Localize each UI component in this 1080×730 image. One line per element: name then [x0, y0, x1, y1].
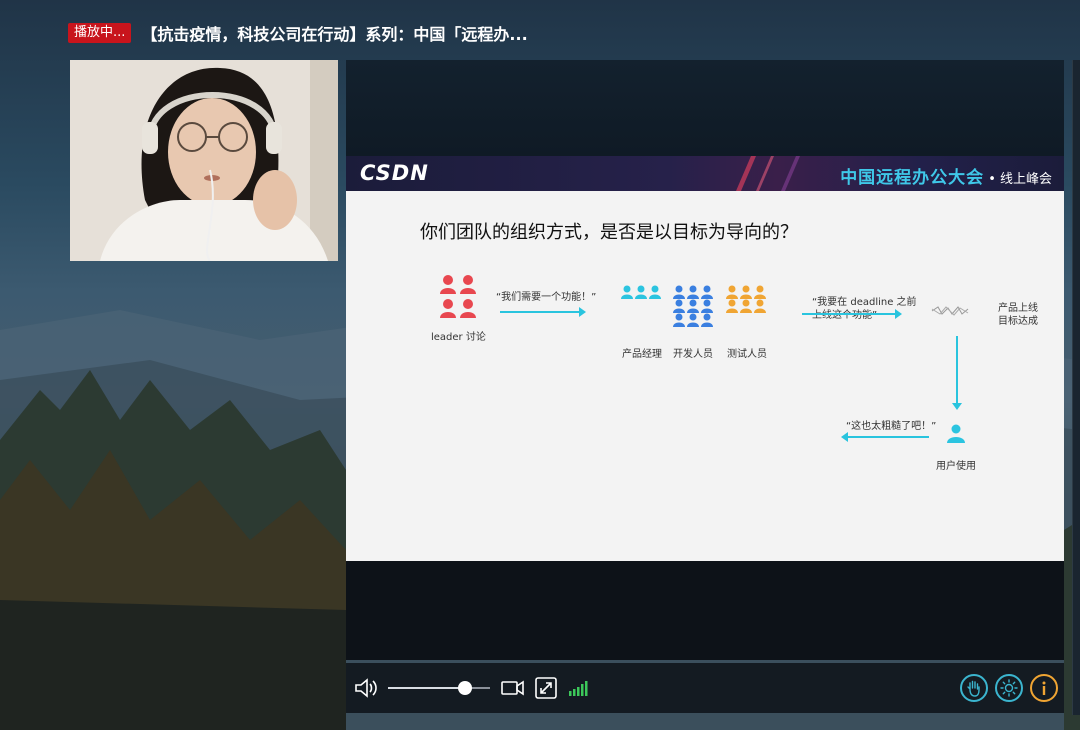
quote-deadline-line1: “我要在 deadline 之前: [812, 297, 917, 308]
volume-button[interactable]: [354, 677, 380, 699]
presenter-camera-feed[interactable]: [70, 60, 338, 261]
arrow-leader-to-team: [500, 307, 586, 317]
volume-slider[interactable]: [388, 681, 490, 695]
fullscreen-exit-icon: [535, 677, 557, 699]
presenter-video-frame: [70, 60, 338, 261]
developer-group-icon: [673, 285, 713, 327]
user-icon: [947, 424, 965, 443]
csdn-logo: CSDN: [360, 161, 429, 185]
leader-group-icon: [440, 275, 476, 318]
player-controls: [346, 663, 1064, 713]
arrow-launch-to-user: [952, 336, 962, 410]
quote-deadline-line2: 上线这个功能”: [812, 310, 878, 321]
summit-brand: 中国远程办公大会 • 线上峰会: [840, 163, 1052, 188]
tester-group-icon: [726, 285, 766, 313]
slide-question: 你们团队的组织方式，是否是以目标为导向的？: [420, 222, 798, 242]
tester-label: 测试人员: [727, 349, 767, 360]
slide-header-banner: CSDN 中国远程办公大会 • 线上峰会: [346, 156, 1064, 191]
quote-too-rough: “这也太粗糙了吧！”: [846, 421, 937, 432]
signal-icon: [569, 681, 588, 696]
product-manager-group-icon: [621, 285, 661, 299]
header-stripes: [736, 156, 800, 191]
product-manager-label: 产品经理: [622, 349, 662, 360]
presentation-slide: CSDN 中国远程办公大会 • 线上峰会 你们团队的组织方式，是否是以目标为导向…: [346, 156, 1064, 561]
stream-header: 播放中... 【抗击疫情，科技公司在行动】系列：中国「远程办...: [68, 22, 528, 44]
camera-toggle-button[interactable]: [500, 677, 526, 699]
user-label: 用户使用: [936, 461, 976, 472]
brightness-icon: [1000, 679, 1018, 697]
camera-icon: [501, 680, 524, 696]
brightness-button[interactable]: [995, 674, 1023, 702]
raise-hand-icon: [967, 680, 980, 697]
stream-title: 【抗击疫情，科技公司在行动】系列：中国「远程办...: [141, 25, 528, 44]
leader-label: leader 讨论: [431, 332, 486, 343]
quote-need-feature: “我们需要一个功能！”: [496, 292, 597, 303]
player-letterbox-bottom: [346, 561, 1064, 660]
volume-icon: [355, 678, 377, 698]
launch-label-line2: 目标达成: [998, 316, 1038, 327]
summit-title: 中国远程办公大会: [840, 168, 985, 188]
arrow-user-feedback: [841, 432, 929, 442]
raise-hand-button[interactable]: [960, 674, 988, 702]
arrow-team-to-launch: [802, 309, 902, 319]
summit-subtitle: • 线上峰会: [988, 172, 1052, 187]
launch-scribble-icon: [931, 306, 969, 316]
fullscreen-exit-button[interactable]: [534, 676, 558, 700]
player-letterbox-top: [346, 60, 1064, 156]
volume-slider-fill: [388, 687, 465, 689]
info-icon: [1042, 681, 1046, 695]
video-player[interactable]: CSDN 中国远程办公大会 • 线上峰会 你们团队的组织方式，是否是以目标为导向…: [346, 60, 1064, 660]
developer-label: 开发人员: [673, 349, 713, 360]
network-signal-indicator: [568, 679, 590, 697]
side-panel-edge: [1072, 60, 1080, 715]
live-badge: 播放中...: [68, 23, 132, 43]
volume-slider-thumb[interactable]: [457, 681, 472, 695]
info-button[interactable]: [1030, 674, 1058, 702]
